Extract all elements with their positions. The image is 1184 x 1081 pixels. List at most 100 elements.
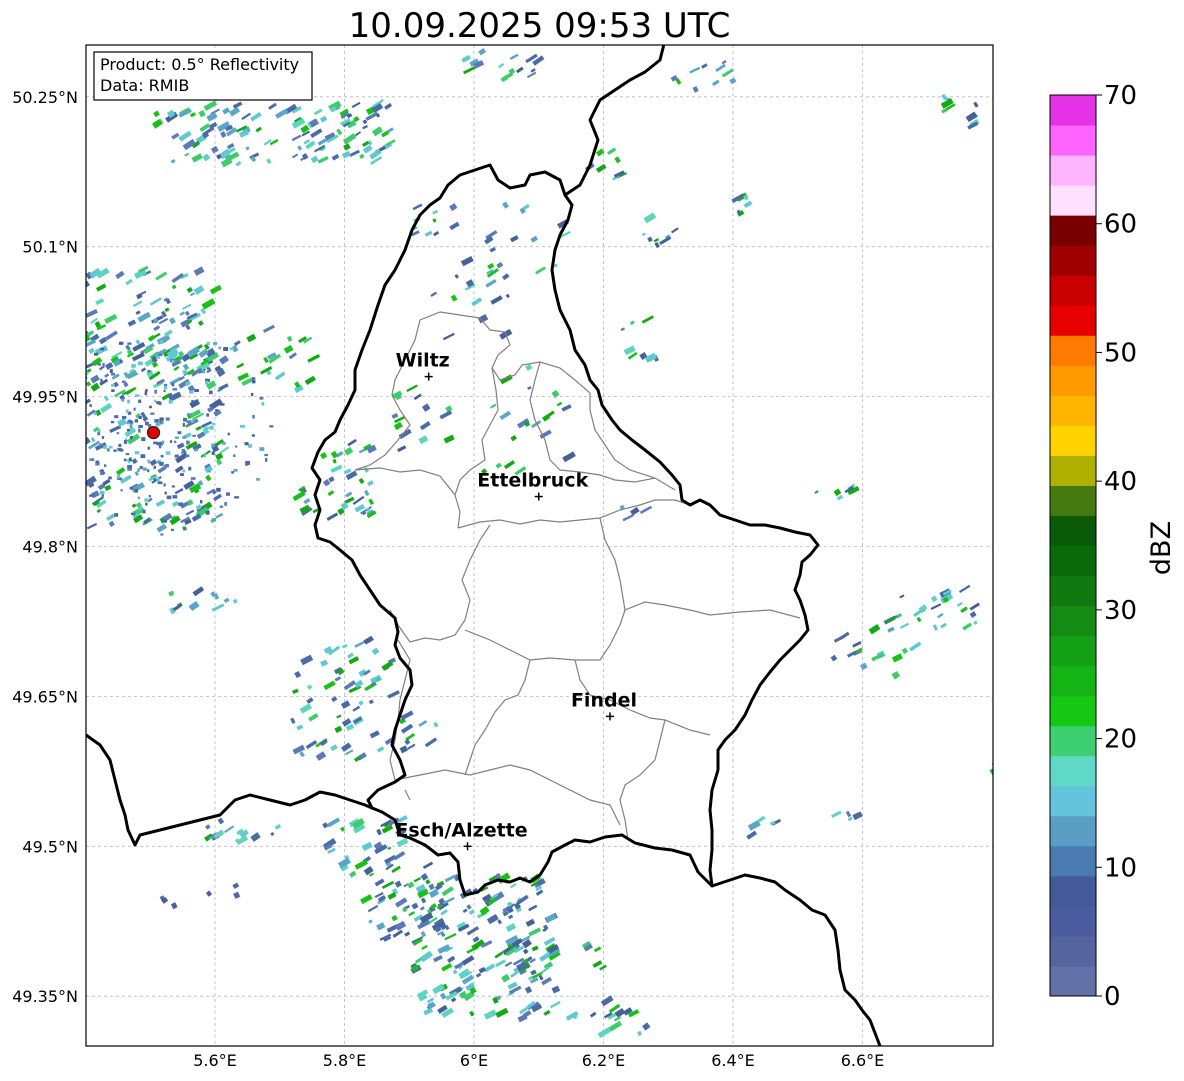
echo-pixel: [143, 467, 147, 471]
lon-tick-label: 6°E: [460, 1051, 488, 1070]
colorbar-tick-label: 60: [1104, 210, 1137, 240]
echo-pixel: [138, 399, 142, 403]
echo-pixel: [117, 448, 122, 452]
echo-pixel: [206, 341, 210, 346]
colorbar-segment: [1050, 365, 1096, 396]
colorbar-segment: [1050, 665, 1096, 697]
echo-pixel: [163, 383, 168, 387]
echo-pixel: [101, 494, 104, 497]
echo-pixel: [159, 461, 164, 466]
echo-pixel: [125, 453, 130, 456]
colorbar-segment: [1050, 725, 1096, 757]
echo-pixel: [135, 394, 140, 397]
echo-pixel: [76, 363, 81, 367]
echo-pixel: [170, 528, 174, 531]
echo-pixel: [138, 506, 143, 511]
echo-pixel: [182, 435, 186, 439]
echo-pixel: [147, 459, 150, 462]
lon-tick-label: 5.6°E: [193, 1051, 237, 1070]
echo-pixel: [993, 772, 998, 776]
colorbar-segment: [1050, 965, 1096, 997]
echo-pixel: [163, 519, 168, 523]
echo-pixel: [97, 429, 101, 432]
echo-pixel: [159, 417, 164, 421]
echo-pixel: [163, 390, 166, 393]
echo-pixel: [158, 401, 162, 406]
echo-pixel: [189, 390, 194, 394]
echo-pixel: [110, 372, 116, 376]
echo-pixel: [181, 448, 186, 452]
colorbar-segment: [1050, 395, 1096, 426]
echo-pixel: [113, 449, 117, 452]
colorbar: 0 10 20 30 40 50 60 70: [1049, 81, 1137, 1012]
echo-pixel: [211, 443, 215, 448]
colorbar-segment: [1050, 485, 1096, 516]
echo-pixel: [156, 421, 159, 426]
echo-pixel: [101, 436, 105, 439]
longitude-tick-labels: 5.6°E 5.8°E 6°E 6.2°E 6.4°E 6.6°E: [193, 1051, 884, 1070]
colorbar-tick-label: 0: [1104, 982, 1121, 1012]
echo-pixel: [140, 454, 146, 459]
echo-pixel: [153, 465, 156, 469]
echo-pixel: [153, 441, 158, 445]
echo-pixel: [205, 380, 209, 385]
echo-pixel: [169, 393, 173, 397]
echo-pixel: [182, 469, 186, 473]
echo-pixel: [95, 460, 100, 463]
colorbar-segment: [1050, 575, 1096, 607]
echo-pixel: [183, 527, 187, 530]
city-label: Wiltz: [396, 350, 450, 372]
echo-pixel: [161, 440, 165, 444]
echo-pixel: [137, 468, 140, 473]
echo-pixel: [215, 409, 218, 412]
echo-pixel: [127, 428, 130, 432]
echo-pixel: [118, 341, 124, 345]
echo-pixel: [168, 399, 173, 404]
lat-tick-label: 49.5°N: [22, 837, 78, 856]
echo-pixel: [205, 511, 210, 515]
echo-pixel: [183, 417, 187, 422]
echo-pixel: [171, 485, 175, 488]
lat-tick-label: 50.1°N: [22, 238, 78, 257]
echo-pixel: [252, 414, 255, 419]
echo-pixel: [216, 487, 221, 492]
echo-pixel: [99, 443, 104, 447]
echo-pixel: [182, 370, 187, 374]
echo-pixel: [265, 458, 268, 462]
echo-pixel: [211, 451, 215, 456]
echo-pixel: [116, 432, 120, 435]
colorbar-segment: [1050, 695, 1096, 727]
echo-pixel: [134, 451, 140, 455]
colorbar-segment: [1050, 545, 1096, 577]
colorbar-segment: [1050, 215, 1096, 246]
echo-pixel: [102, 362, 105, 367]
echo-pixel: [159, 420, 163, 424]
colorbar-segment: [1050, 455, 1096, 486]
echo-pixel: [261, 401, 265, 406]
echo-pixel: [97, 432, 101, 436]
colorbar-segment: [1050, 635, 1096, 667]
echo-pixel: [75, 361, 81, 368]
colorbar-tick-label: 70: [1104, 81, 1137, 111]
echo-pixel: [219, 505, 223, 508]
info-data-source: Data: RMIB: [100, 76, 189, 95]
echo-pixel: [150, 412, 155, 415]
echo-pixel: [123, 458, 127, 462]
echo-pixel: [177, 431, 182, 435]
echo-pixel: [226, 492, 230, 496]
echo-pixel: [86, 338, 87, 349]
echo-pixel: [116, 474, 121, 479]
echo-pixel: [138, 424, 143, 429]
echo-pixel: [218, 346, 222, 350]
echo-pixel: [163, 483, 166, 487]
colorbar-segment: [1050, 605, 1096, 637]
city-label: Findel: [571, 689, 637, 711]
radar-figure: Product: 0.5° Reflectivity Data: RMIB Wi…: [12, 44, 1177, 1070]
echo-pixel: [176, 394, 181, 397]
city-label: Ettelbruck: [477, 470, 588, 492]
lon-tick-label: 6.6°E: [841, 1051, 885, 1070]
echo-pixel: [234, 496, 239, 499]
echo-pixel: [174, 454, 179, 458]
echo-pixel: [75, 362, 81, 368]
echo-pixel: [133, 407, 136, 411]
